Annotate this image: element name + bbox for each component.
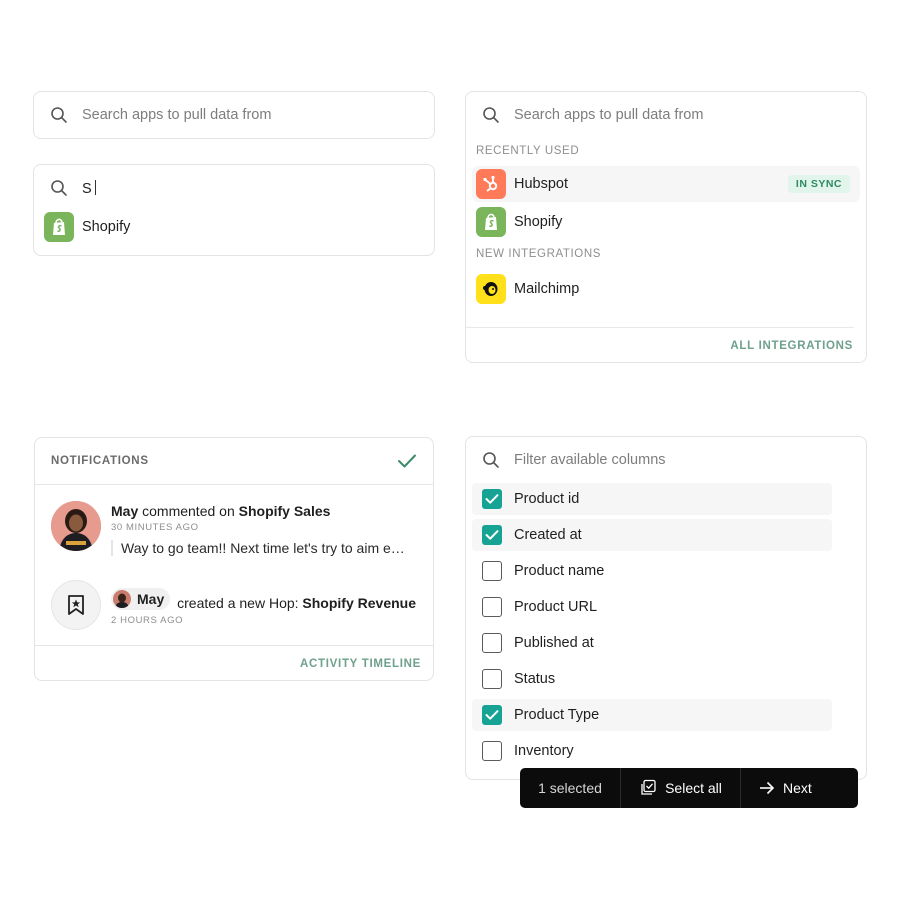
search-placeholder[interactable]: Search apps to pull data from: [82, 107, 271, 123]
notification-text: May commented on Shopify Sales: [111, 503, 331, 519]
sync-status-badge: IN SYNC: [787, 175, 850, 193]
select-all-button[interactable]: Select all: [621, 768, 740, 808]
column-option[interactable]: Inventory: [472, 735, 832, 767]
hubspot-icon: [476, 169, 506, 199]
comment-quote: Way to go team!! Next time let's try to …: [111, 540, 411, 556]
search-icon: [51, 107, 67, 123]
search-icon: [483, 107, 499, 123]
notification-item[interactable]: May created a new Hop: Shopify Revenue 2…: [51, 580, 416, 630]
checkbox-checked[interactable]: [482, 525, 502, 545]
column-option[interactable]: Status: [472, 663, 832, 695]
select-all-icon: [641, 779, 656, 795]
checkbox[interactable]: [482, 669, 502, 689]
activity-timeline-link[interactable]: ACTIVITY TIMELINE: [300, 658, 421, 670]
timestamp: 2 HOURS AGO: [111, 615, 184, 626]
next-button[interactable]: Next: [741, 768, 858, 808]
search-icon: [483, 452, 499, 468]
search-placeholder[interactable]: Search apps to pull data from: [514, 107, 703, 123]
result-item-shopify[interactable]: Shopify: [34, 209, 428, 245]
column-label: Published at: [514, 635, 594, 651]
checkbox[interactable]: [482, 741, 502, 761]
search-input[interactable]: S: [82, 179, 96, 197]
mark-all-read-icon[interactable]: [397, 453, 417, 469]
section-label-new: NEW INTEGRATIONS: [476, 248, 602, 260]
target-link[interactable]: Shopify Sales: [239, 503, 331, 519]
divider: [466, 327, 854, 328]
search-icon: [51, 180, 67, 196]
selection-action-bar: 1 selected Select all Next: [520, 768, 858, 808]
column-option[interactable]: Product id: [472, 483, 832, 515]
column-option[interactable]: Published at: [472, 627, 832, 659]
app-name: Shopify: [514, 214, 563, 230]
notifications-panel: NOTIFICATIONS May commented on Shopify S…: [34, 437, 434, 681]
checkbox-checked[interactable]: [482, 705, 502, 725]
app-item-shopify[interactable]: Shopify: [472, 204, 860, 240]
panel-title: NOTIFICATIONS: [51, 455, 149, 467]
column-filter-input[interactable]: Filter available columns: [514, 452, 666, 468]
selection-count: 1 selected: [538, 780, 602, 796]
app-search-box[interactable]: Search apps to pull data from: [33, 91, 435, 139]
avatar: [51, 501, 101, 551]
result-name: Shopify: [82, 219, 131, 235]
column-label: Status: [514, 671, 556, 687]
column-option[interactable]: Created at: [472, 519, 832, 551]
app-name: Mailchimp: [514, 281, 580, 297]
shopify-icon: [476, 207, 506, 237]
shopify-icon: [44, 212, 74, 242]
column-label: Product name: [514, 563, 605, 579]
bookmark-star-icon: [68, 595, 84, 615]
column-label: Created at: [514, 527, 582, 543]
checkbox[interactable]: [482, 597, 502, 617]
timestamp: 30 MINUTES AGO: [111, 522, 199, 533]
target-link[interactable]: Shopify Revenue: [302, 595, 416, 611]
check-icon: [485, 710, 499, 720]
app-search-dropdown: Search apps to pull data from RECENTLY U…: [465, 91, 867, 363]
column-label: Inventory: [514, 743, 574, 759]
notification-item[interactable]: May commented on Shopify Sales 30 MINUTE…: [51, 501, 411, 556]
mailchimp-icon: [476, 274, 506, 304]
app-item-hubspot[interactable]: Hubspot IN SYNC: [472, 166, 860, 202]
all-integrations-link[interactable]: ALL INTEGRATIONS: [730, 340, 853, 352]
bookmark-avatar: [51, 580, 101, 630]
column-option[interactable]: Product Type: [472, 699, 832, 731]
column-label: Product Type: [514, 707, 600, 723]
user-chip[interactable]: May: [111, 588, 171, 610]
notification-text: May created a new Hop: Shopify Revenue: [111, 588, 416, 611]
check-icon: [485, 530, 499, 540]
column-picker: Filter available columns Product id Creat…: [465, 436, 867, 780]
check-icon: [485, 494, 499, 504]
column-label: Product id: [514, 491, 580, 507]
app-search-typed: S Shopify: [33, 164, 435, 256]
divider: [35, 645, 433, 646]
app-item-mailchimp[interactable]: Mailchimp: [472, 271, 860, 307]
app-name: Hubspot: [514, 176, 569, 192]
user-name[interactable]: May: [111, 503, 138, 519]
column-label: Product URL: [514, 599, 598, 615]
checkbox[interactable]: [482, 561, 502, 581]
checkbox-checked[interactable]: [482, 489, 502, 509]
avatar: [113, 590, 131, 608]
checkbox[interactable]: [482, 633, 502, 653]
section-label-recent: RECENTLY USED: [476, 145, 580, 157]
arrow-right-icon: [760, 781, 775, 795]
column-option[interactable]: Product name: [472, 555, 832, 587]
column-option[interactable]: Product URL: [472, 591, 832, 623]
